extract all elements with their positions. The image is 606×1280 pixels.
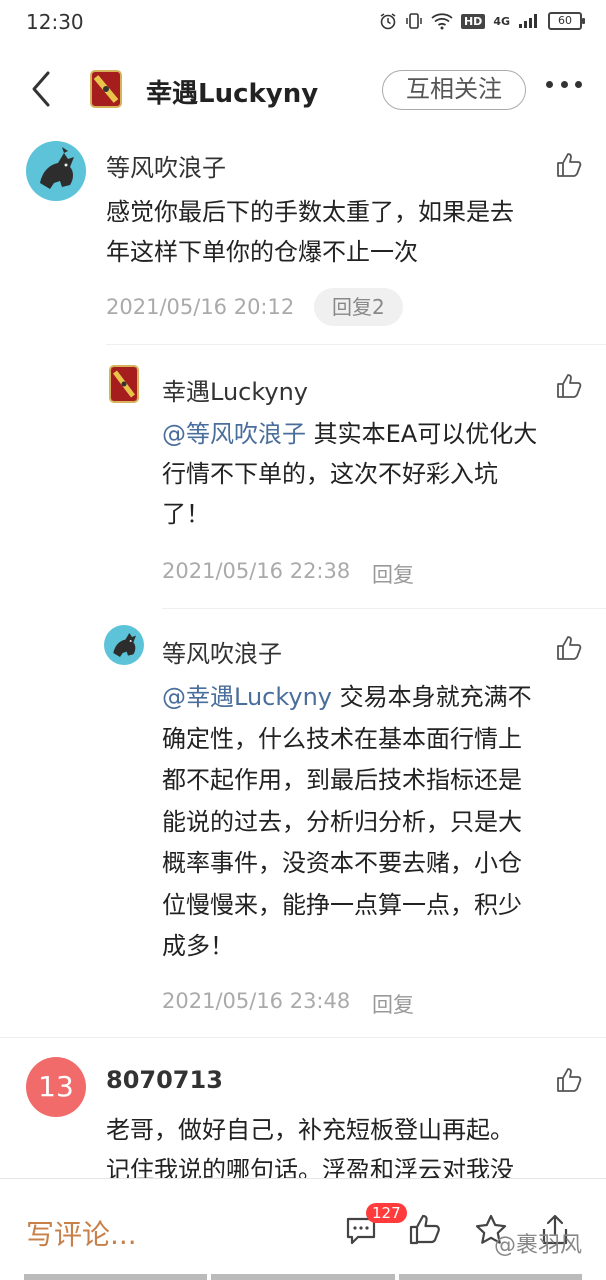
write-comment-input[interactable]: 写评论... <box>26 1213 137 1253</box>
mention-link[interactable]: @等风吹浪子 <box>162 420 306 448</box>
alarm-icon <box>380 13 396 30</box>
comment-text: 老哥，做好自己，补充短板登山再起。 记住我说的哪句话。浮盈和浮云对我没 <box>106 1110 586 1178</box>
thumbs-up-icon[interactable] <box>555 1066 583 1094</box>
reply-text-line: 成多！ <box>162 932 234 960</box>
reply-button[interactable]: 回复 <box>372 559 414 589</box>
reply-text-line: 了！ <box>162 500 210 528</box>
thumbs-up-icon[interactable] <box>555 372 583 400</box>
reply-text-span: 其实本EA可以优化大 <box>306 420 538 448</box>
reply-text-line: 能说的过去，分析归分析，只是大 <box>162 807 522 836</box>
bottom-bar: 写评论... 127 @裹羽风 <box>0 1178 606 1280</box>
avatar[interactable] <box>104 625 144 665</box>
comment-text: 感觉你最后下的手数太重了，如果是去 年这样下单你的仓爆不止一次 <box>106 192 586 272</box>
reply-username[interactable]: 幸遇Luckyny <box>162 372 308 407</box>
follow-button[interactable]: 互相关注 <box>382 70 526 110</box>
avatar[interactable] <box>26 141 86 201</box>
mention-link[interactable]: @幸遇Luckyny <box>162 683 332 711</box>
reply-text-span: 交易本身就充满不 <box>332 683 532 711</box>
header: 幸遇Luckyny 互相关注 <box>0 55 606 125</box>
reply-timestamp: 2021/05/16 23:48 <box>162 989 351 1013</box>
more-menu-icon[interactable] <box>546 81 582 93</box>
reply-timestamp: 2021/05/16 22:38 <box>162 559 351 583</box>
comment-username[interactable]: 等风吹浪子 <box>106 148 226 183</box>
network-type: 4G <box>493 14 510 28</box>
comment-username[interactable]: 8070713 <box>106 1066 223 1094</box>
wifi-icon <box>431 13 453 30</box>
avatar[interactable] <box>88 67 124 111</box>
reply-username[interactable]: 等风吹浪子 <box>162 634 282 669</box>
avatar[interactable]: 13 <box>26 1057 86 1117</box>
comment-text-line: 年这样下单你的仓爆不止一次 <box>106 238 418 266</box>
comment-text-line: 老哥，做好自己，补充短板登山再起。 <box>106 1116 514 1144</box>
page-title: 幸遇Luckyny <box>146 79 319 109</box>
reply-text: @幸遇Luckyny 交易本身就充满不 确定性，什么技术在基本面行情上 都不起作… <box>162 677 592 968</box>
back-arrow-icon[interactable] <box>26 69 60 109</box>
reply-text: @等风吹浪子 其实本EA可以优化大 行情不下单的，这次不好彩入坑 了！ <box>162 414 592 534</box>
comment-text-line: 感觉你最后下的手数太重了，如果是去 <box>106 198 514 226</box>
thumbs-up-icon[interactable] <box>555 151 583 179</box>
thumbs-up-icon[interactable] <box>555 634 583 662</box>
reply-text-line: 概率事件，没资本不要去赌，小仓 <box>162 849 522 877</box>
status-bar: 12:30 HD 4G 60 <box>0 0 606 50</box>
watermark-text: @裹羽风 <box>494 1233 583 1258</box>
comment-timestamp: 2021/05/16 20:12 <box>106 295 295 319</box>
status-icons: HD 4G 60 <box>379 12 585 30</box>
reply-text-line: 位慢慢来，能挣一点算一点，积少 <box>162 890 522 919</box>
bottom-strip <box>0 1274 606 1280</box>
avatar[interactable] <box>108 364 140 404</box>
divider <box>106 344 606 345</box>
reply-text-line: 都不起作用，到最后技术指标还是 <box>162 766 522 794</box>
reply-text-line: 确定性，什么技术在基本面行情上 <box>162 724 522 753</box>
thumbs-up-icon[interactable] <box>408 1213 442 1247</box>
signal-icon <box>519 14 537 28</box>
vibrate-icon <box>406 13 422 29</box>
hd-badge: HD <box>460 13 486 29</box>
comment-count-badge: 127 <box>366 1203 407 1223</box>
reply-text-line: 行情不下单的，这次不好彩入坑 <box>162 460 498 488</box>
reply-button[interactable]: 回复 <box>372 989 414 1019</box>
divider <box>162 608 606 609</box>
comment-text-line: 记住我说的哪句话。浮盈和浮云对我没 <box>106 1156 514 1178</box>
reply-count-button[interactable]: 回复2 <box>314 288 403 326</box>
status-time: 12:30 <box>26 10 84 34</box>
divider <box>0 1037 606 1038</box>
battery-icon: 60 <box>548 12 585 30</box>
reply-text-line: @幸遇Luckyny 交易本身就充满不 <box>162 677 592 719</box>
reply-text-line: @等风吹浪子 其实本EA可以优化大 <box>162 414 592 454</box>
